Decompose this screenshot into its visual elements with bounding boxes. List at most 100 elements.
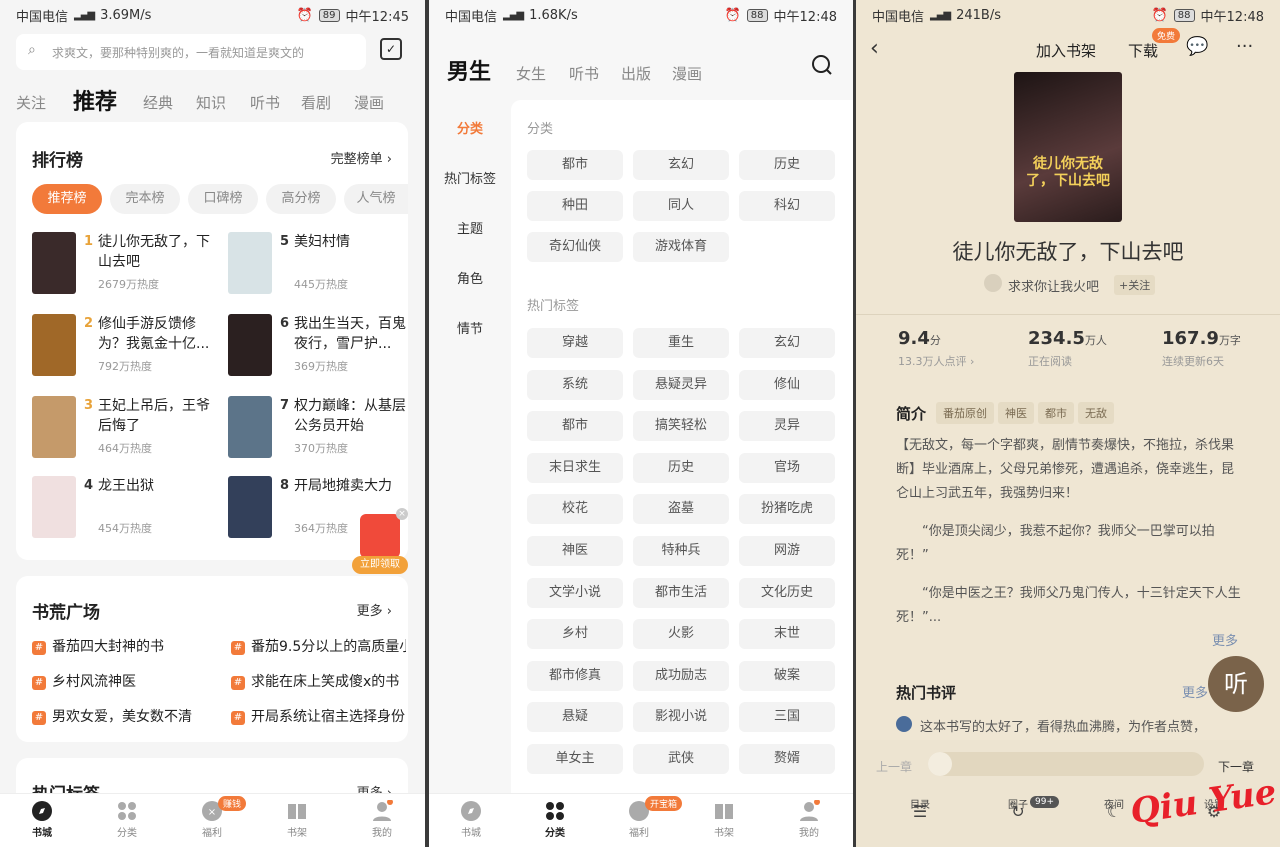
- tab-drama[interactable]: 看剧: [301, 92, 331, 113]
- tab-knowledge[interactable]: 知识: [196, 92, 226, 113]
- intro-tag[interactable]: 番茄原创: [936, 402, 995, 424]
- red-packet[interactable]: 立即领取 ×: [352, 508, 408, 574]
- ranking-item[interactable]: 1 徒儿你无敌了，下山去吧 2679万热度: [32, 232, 212, 296]
- tag-chip[interactable]: 文化历史: [739, 577, 835, 608]
- tag-chip[interactable]: 三国: [739, 702, 835, 733]
- nav-bookstore[interactable]: 书城: [431, 800, 511, 839]
- tag-chip[interactable]: 灵异: [739, 411, 835, 442]
- reviews-more-link[interactable]: 更多: [1182, 682, 1208, 701]
- tag-chip[interactable]: 特种兵: [633, 536, 729, 566]
- tag-chip[interactable]: 玄幻: [739, 328, 835, 358]
- side-menu-item[interactable]: 主题: [429, 218, 511, 237]
- tag-chip[interactable]: 网游: [739, 536, 835, 566]
- category-chip[interactable]: 都市: [527, 150, 623, 180]
- comment-icon[interactable]: 💬: [1186, 36, 1208, 57]
- tag-chip[interactable]: 系统: [527, 369, 623, 400]
- tab-comic[interactable]: 漫画: [354, 92, 384, 113]
- tag-chip[interactable]: 盗墓: [633, 494, 729, 525]
- intro-tag[interactable]: 都市: [1038, 402, 1075, 424]
- category-chip[interactable]: 历史: [739, 150, 835, 180]
- category-chip[interactable]: 游戏体育: [633, 232, 729, 262]
- shuhuang-item[interactable]: # 番茄四大封神的书: [32, 636, 207, 656]
- follow-button[interactable]: +关注: [1114, 275, 1156, 295]
- tag-chip[interactable]: 悬疑灵异: [633, 369, 729, 400]
- tag-chip[interactable]: 重生: [633, 328, 729, 358]
- tag-chip[interactable]: 破案: [739, 660, 835, 691]
- search-icon[interactable]: [811, 54, 833, 76]
- pill-recommend[interactable]: 推荐榜: [32, 184, 102, 214]
- stat-score[interactable]: 9.4分 13.3万人点评 ›: [898, 328, 974, 369]
- tag-chip[interactable]: 校花: [527, 494, 623, 525]
- ranking-item[interactable]: 3 王妃上吊后，王爷后悔了 464万热度: [32, 396, 212, 460]
- next-chapter-button[interactable]: 下一章: [1218, 758, 1254, 775]
- nav-category[interactable]: 分类: [515, 800, 595, 839]
- tab-female[interactable]: 女生: [516, 63, 546, 84]
- ranking-item[interactable]: 5 美妇村情 445万热度: [228, 232, 408, 296]
- side-menu-item[interactable]: 情节: [429, 318, 511, 337]
- prev-chapter-button[interactable]: 上一章: [876, 758, 912, 775]
- nav-category[interactable]: 分类: [87, 800, 167, 839]
- tag-chip[interactable]: 武侠: [633, 744, 729, 774]
- listen-button[interactable]: 听: [1208, 656, 1264, 712]
- ranking-item[interactable]: 4 龙王出狱 454万热度: [32, 476, 212, 540]
- chapter-slider[interactable]: [928, 752, 1204, 776]
- tag-chip[interactable]: 影视小说: [633, 702, 729, 733]
- search-input[interactable]: ⌕ 求爽文，要那种特别爽的，一看就知道是爽文的: [16, 34, 366, 70]
- tag-chip[interactable]: 都市修真: [527, 660, 623, 691]
- ranking-item[interactable]: 2 修仙手游反馈修为？我氪金十亿... 792万热度: [32, 314, 212, 378]
- nav-bookshelf[interactable]: 书架: [257, 800, 337, 839]
- tag-chip[interactable]: 扮猪吃虎: [739, 494, 835, 525]
- tab-audiobook[interactable]: 听书: [250, 92, 280, 113]
- tag-chip[interactable]: 历史: [633, 452, 729, 483]
- nav-profile[interactable]: 我的: [342, 800, 422, 839]
- review-text[interactable]: 这本书写的太好了，看得热血沸腾，为作者点赞，: [920, 716, 1206, 735]
- nav-bookstore[interactable]: 书城: [2, 800, 82, 839]
- slider-handle[interactable]: [928, 752, 952, 776]
- tab-follow[interactable]: 关注: [16, 92, 46, 113]
- add-to-shelf-button[interactable]: 加入书架: [1036, 40, 1096, 61]
- tab-recommend[interactable]: 推荐: [73, 84, 117, 116]
- tag-chip[interactable]: 末日求生: [527, 452, 623, 483]
- category-chip[interactable]: 奇幻仙侠: [527, 232, 623, 262]
- tag-chip[interactable]: 穿越: [527, 328, 623, 358]
- side-menu-item[interactable]: 分类: [429, 118, 511, 137]
- pill-reputation[interactable]: 口碑榜: [188, 184, 258, 214]
- shuhuang-item[interactable]: # 番茄9.5分以上的高质量小: [231, 636, 406, 656]
- shuhuang-item[interactable]: # 求能在床上笑成傻x的书: [231, 671, 406, 691]
- tag-chip[interactable]: 搞笑轻松: [633, 411, 729, 442]
- shuhuang-item[interactable]: # 男欢女爱，美女数不清: [32, 706, 207, 726]
- tag-chip[interactable]: 神医: [527, 536, 623, 566]
- tab-classic[interactable]: 经典: [143, 92, 173, 113]
- shuhuang-item[interactable]: # 开局系统让宿主选择身份: [231, 706, 406, 726]
- nav-profile[interactable]: 我的: [769, 800, 849, 839]
- tag-chip[interactable]: 都市生活: [633, 577, 729, 608]
- side-menu-item[interactable]: 热门标签: [429, 168, 511, 187]
- tab-audiobook[interactable]: 听书: [569, 63, 599, 84]
- more-icon[interactable]: ···: [1236, 36, 1253, 57]
- pill-popular[interactable]: 人气榜: [344, 184, 408, 214]
- category-chip[interactable]: 同人: [633, 191, 729, 221]
- ranking-item[interactable]: 6 我出生当天，百鬼夜行，雪尸护... 369万热度: [228, 314, 408, 378]
- intro-tag[interactable]: 无敌: [1078, 402, 1115, 424]
- back-icon[interactable]: ‹: [870, 36, 879, 61]
- intro-tag[interactable]: 神医: [998, 402, 1035, 424]
- tag-chip[interactable]: 单女主: [527, 744, 623, 774]
- close-icon[interactable]: ×: [396, 508, 408, 520]
- intro-more-link[interactable]: 更多: [1212, 630, 1238, 649]
- tag-chip[interactable]: 都市: [527, 411, 623, 442]
- tag-chip[interactable]: 修仙: [739, 369, 835, 400]
- shuhuang-more-link[interactable]: 更多 ›: [357, 600, 392, 619]
- tab-published[interactable]: 出版: [621, 63, 651, 84]
- checkin-icon[interactable]: ✓: [380, 38, 402, 60]
- shuhuang-item[interactable]: # 乡村风流神医: [32, 671, 207, 691]
- author-name[interactable]: 求求你让我火吧: [1008, 276, 1099, 295]
- tag-chip[interactable]: 乡村: [527, 619, 623, 650]
- tag-chip[interactable]: 末世: [739, 619, 835, 650]
- download-button[interactable]: 下载: [1128, 40, 1158, 61]
- full-ranking-link[interactable]: 完整榜单 ›: [331, 148, 392, 167]
- category-chip[interactable]: 科幻: [739, 191, 835, 221]
- category-chip[interactable]: 种田: [527, 191, 623, 221]
- side-menu-item[interactable]: 角色: [429, 268, 511, 287]
- pill-complete[interactable]: 完本榜: [110, 184, 180, 214]
- tag-chip[interactable]: 成功励志: [633, 660, 729, 691]
